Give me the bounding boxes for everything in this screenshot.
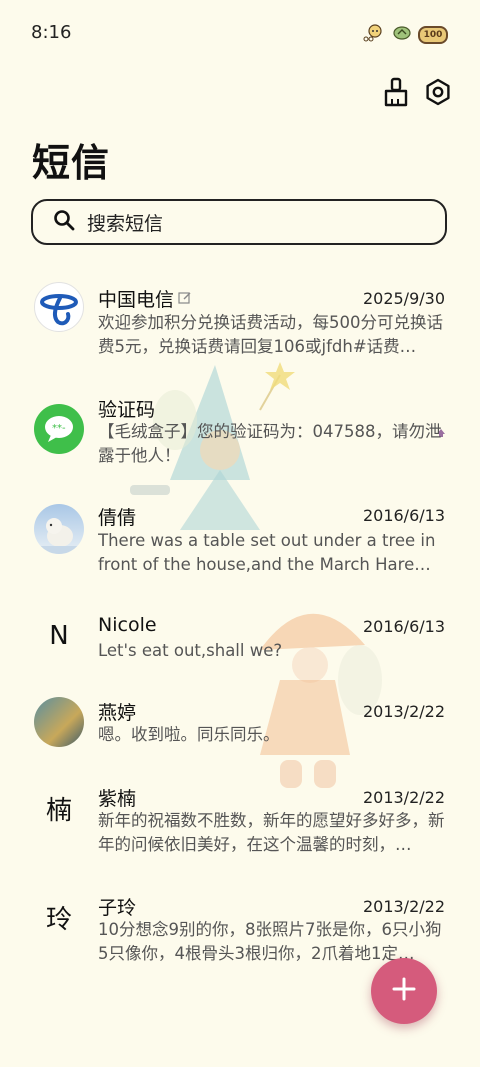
- contact-name: 子玲: [98, 897, 137, 919]
- message-date: 2013/2/22: [362, 897, 445, 916]
- conversation-item[interactable]: **- 验证码 【毛绒盒子】您的验证码为：047588，请勿泄露于他人！: [0, 389, 480, 485]
- avatar-letter: 楠: [45, 795, 72, 826]
- new-message-button[interactable]: [371, 958, 437, 1024]
- contact-name: Nicole: [98, 614, 157, 636]
- message-bubble-avatar: **-: [34, 404, 84, 454]
- page-title: 短信: [32, 141, 111, 185]
- clean-button[interactable]: [379, 77, 413, 111]
- contact-name: 倩倩: [98, 507, 137, 529]
- message-preview: 欢迎参加积分兑换话费活动，每500分可兑换话费5元，兑换话费请回复106或jfd…: [98, 313, 443, 356]
- contact-name: 燕婷: [98, 702, 137, 724]
- svg-text:**-: **-: [52, 423, 66, 434]
- search-icon: [53, 209, 75, 235]
- conversation-item[interactable]: N Nicole 2016/6/13 Let's eat out,shall w…: [0, 608, 480, 680]
- message-date: 2025/9/30: [362, 289, 445, 308]
- contact-name: 中国电信: [98, 289, 175, 311]
- contact-name: 紫楠: [98, 788, 137, 810]
- search-placeholder: 搜索短信: [87, 212, 164, 235]
- avatar-letter: N: [49, 621, 69, 651]
- conversation-item[interactable]: 中国电信 2025/9/30 欢迎参加积分兑换话费活动，每500分可兑换话费5元…: [0, 272, 480, 376]
- conversation-item[interactable]: 楠 紫楠 2013/2/22 新年的祝福数不胜数，新年的愿望好多好多，新年的问候…: [0, 780, 480, 876]
- message-preview: There was a table set out under a tree i…: [98, 531, 436, 574]
- message-date: 2013/2/22: [362, 702, 445, 721]
- settings-hexagon-icon: [423, 77, 453, 111]
- message-preview: 【毛绒盒子】您的验证码为：047588，请勿泄露于他人！: [98, 422, 442, 465]
- contact-name: 验证码: [98, 399, 156, 421]
- landscape-photo: [34, 697, 84, 747]
- message-preview: Let's eat out,shall we?: [98, 641, 283, 660]
- status-time: 8:16: [31, 22, 72, 43]
- message-date: 2016/6/13: [362, 506, 445, 525]
- conversation-item[interactable]: 倩倩 2016/6/13 There was a table set out u…: [0, 498, 480, 594]
- status-icons: 100: [362, 23, 448, 47]
- search-bar[interactable]: 搜索短信: [31, 199, 447, 245]
- message-date: 2013/2/22: [362, 788, 445, 807]
- contact-name-row: 中国电信: [98, 285, 192, 312]
- china-telecom-logo: [34, 282, 84, 332]
- draft-edit-icon: [178, 288, 192, 310]
- status-bar: 8:16 100: [0, 0, 480, 64]
- message-preview: 新年的祝福数不胜数，新年的愿望好多好多，新年的问候依旧美好，在这个温馨的时刻，…: [98, 811, 445, 854]
- avatar-letter: 玲: [45, 904, 72, 935]
- signal-leaf-icon: [392, 24, 412, 46]
- polar-bear-photo: [34, 504, 84, 554]
- conversation-item[interactable]: 燕婷 2013/2/22 嗯。收到啦。同乐同乐。: [0, 694, 480, 766]
- broom-icon: [382, 77, 410, 111]
- message-date: 2016/6/13: [362, 617, 445, 636]
- message-preview: 嗯。收到啦。同乐同乐。: [98, 725, 280, 744]
- battery-icon: 100: [418, 26, 448, 44]
- settings-button[interactable]: [421, 77, 455, 111]
- character-badge-icon: [362, 23, 386, 47]
- plus-icon: [391, 976, 417, 1006]
